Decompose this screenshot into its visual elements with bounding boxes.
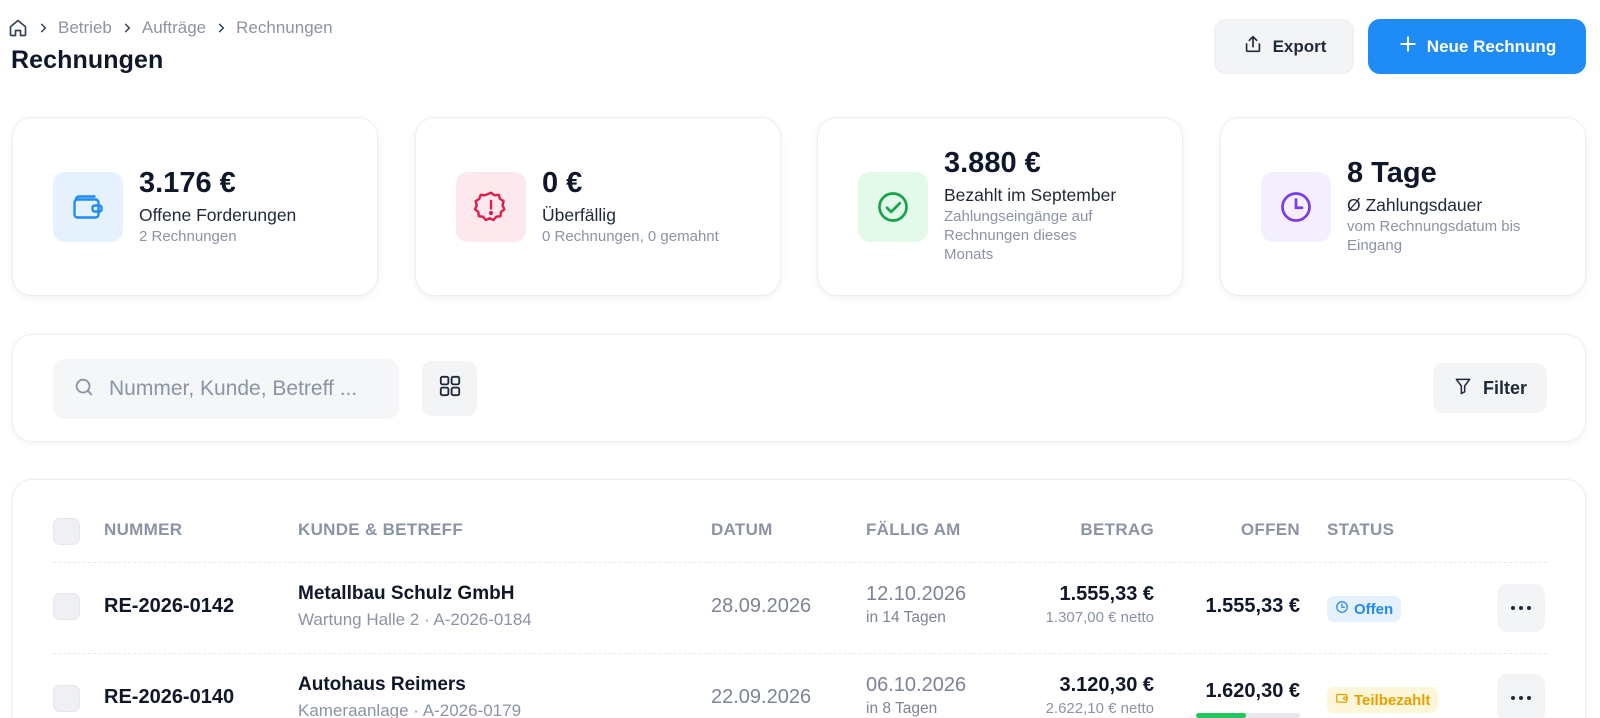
grid-view-toggle[interactable] [422, 361, 477, 416]
export-button[interactable]: Export [1214, 19, 1354, 74]
chevron-right-icon [214, 21, 228, 35]
stat-card-open-receivables: 3.176 € Offene Forderungen 2 Rechnungen [12, 117, 378, 296]
gross-amount: 1.555,33 € [1059, 583, 1154, 605]
row-more-button[interactable] [1497, 584, 1545, 632]
search-icon [73, 376, 95, 403]
status-label: Offen [1354, 600, 1394, 618]
customer-name: Metallbau Schulz GmbH [298, 583, 515, 604]
net-amount: 1.307,00 € netto [1045, 609, 1154, 626]
column-header-due[interactable]: FÄLLIG AM [866, 520, 961, 540]
row-checkbox[interactable] [53, 685, 80, 712]
funnel-icon [1453, 376, 1473, 401]
clock-icon [1335, 600, 1349, 618]
new-invoice-button[interactable]: Neue Rechnung [1368, 19, 1586, 74]
more-dot [1527, 606, 1531, 610]
invoice-subject: Wartung Halle 2 · A-2026-0184 [298, 610, 532, 629]
stat-value: 0 € [542, 167, 583, 199]
stat-label: Bezahlt im September [944, 185, 1117, 205]
more-dot [1511, 606, 1515, 610]
invoice-subject: Kameraanlage · A-2026-0179 [298, 701, 522, 718]
open-amount: 1.555,33 € [1205, 595, 1300, 617]
status-badge: Teilbezahlt [1327, 687, 1439, 713]
due-date: 12.10.2026 [866, 583, 967, 605]
row-more-button[interactable] [1497, 674, 1545, 718]
due-hint: in 8 Tagen [866, 700, 938, 717]
more-dot [1527, 696, 1531, 700]
invoice-date: 22.09.2026 [711, 686, 812, 708]
breadcrumb-item-betrieb[interactable]: Betrieb [58, 18, 112, 38]
grid-icon [437, 373, 463, 404]
stat-value: 3.176 € [139, 167, 236, 199]
status-badge: Offen [1327, 596, 1402, 622]
search-input[interactable] [109, 377, 369, 401]
invoice-number[interactable]: RE-2026-0142 [104, 595, 234, 618]
chevron-right-icon [120, 21, 134, 35]
row-divider [53, 653, 1547, 654]
breadcrumb-item-rechnungen: Rechnungen [236, 18, 333, 37]
stat-card-paid-month: 3.880 € Bezahlt im September Zahlungsein… [817, 117, 1183, 296]
more-dot [1511, 696, 1515, 700]
column-header-number[interactable]: NUMMER [104, 520, 182, 540]
invoice-table: NUMMER KUNDE & BETREFF DATUM FÄLLIG AM B… [12, 479, 1586, 718]
row-checkbox[interactable] [53, 593, 80, 620]
stat-label: Ø Zahlungsdauer [1347, 195, 1483, 215]
stat-card-payment-duration: 8 Tage Ø Zahlungsdauer vom Rechnungsdatu… [1220, 117, 1586, 296]
stat-sub: vom Rechnungsdatum bis Eingang [1347, 218, 1521, 254]
stat-label: Offene Forderungen [139, 205, 297, 225]
header-divider [53, 562, 1547, 563]
new-invoice-label: Neue Rechnung [1426, 36, 1557, 56]
filter-label: Filter [1482, 377, 1527, 398]
stat-card-overdue: 0 € Überfällig 0 Rechnungen, 0 gemahnt [415, 117, 781, 296]
stat-sub: 2 Rechnungen [139, 228, 237, 245]
column-header-date[interactable]: DATUM [711, 520, 773, 540]
filter-button[interactable]: Filter [1433, 363, 1547, 413]
payment-progress-bar [1196, 713, 1300, 718]
column-header-customer[interactable]: KUNDE & BETREFF [298, 520, 463, 540]
upload-icon [1242, 33, 1264, 60]
wallet-icon [53, 172, 123, 242]
stat-value: 3.880 € [944, 147, 1041, 179]
net-amount: 2.622,10 € netto [1045, 700, 1154, 717]
wallet-icon [1335, 691, 1349, 709]
plus-icon [1398, 34, 1418, 59]
invoice-date: 28.09.2026 [711, 595, 812, 617]
more-dot [1519, 606, 1523, 610]
chevron-right-icon [36, 21, 50, 35]
payment-progress-fill [1196, 713, 1246, 718]
page-title: Rechnungen [11, 46, 164, 74]
open-amount: 1.620,30 € [1205, 680, 1300, 702]
filter-bar: Filter [12, 334, 1586, 442]
status-label: Teilbezahlt [1354, 691, 1431, 709]
search-box[interactable] [53, 359, 399, 419]
check-circle-icon [858, 172, 928, 242]
due-date: 06.10.2026 [866, 674, 967, 696]
column-header-amount[interactable]: BETRAG [1013, 520, 1154, 540]
stat-sub: Zahlungseingänge auf Rechnungen dieses M… [944, 208, 1093, 263]
breadcrumb: Betrieb Aufträge Rechnungen [8, 18, 333, 38]
alert-badge-icon [456, 172, 526, 242]
home-icon[interactable] [8, 18, 28, 38]
customer-name: Autohaus Reimers [298, 674, 466, 695]
stat-label: Überfällig [542, 205, 616, 225]
more-dot [1519, 696, 1523, 700]
select-all-checkbox[interactable] [53, 518, 80, 545]
gross-amount: 3.120,30 € [1059, 674, 1154, 696]
invoice-number[interactable]: RE-2026-0140 [104, 686, 234, 709]
due-hint: in 14 Tagen [866, 609, 946, 626]
clock-icon [1261, 172, 1331, 242]
stat-value: 8 Tage [1347, 157, 1437, 189]
stat-sub: 0 Rechnungen, 0 gemahnt [542, 228, 719, 245]
breadcrumb-item-auftraege[interactable]: Aufträge [142, 18, 206, 38]
column-header-status[interactable]: STATUS [1327, 520, 1394, 540]
export-label: Export [1272, 36, 1327, 56]
column-header-open[interactable]: OFFEN [1163, 520, 1300, 540]
